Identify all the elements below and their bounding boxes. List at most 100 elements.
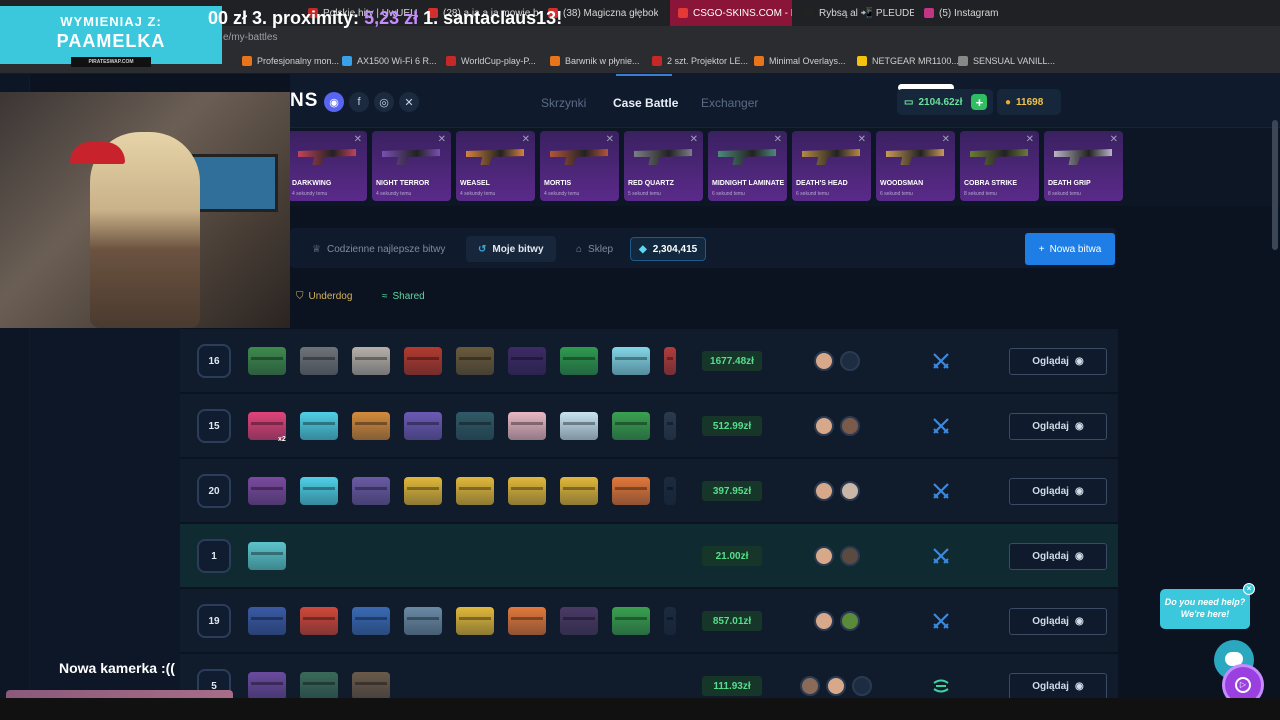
site-logo[interactable]: NS (290, 90, 318, 112)
browser-tab[interactable]: Rybsą al 📲 PLEUDE w sen... (796, 0, 914, 26)
live-drop-card[interactable]: ✕ MIDNIGHT LAMINATE 6 sekund temu (708, 131, 787, 201)
live-drop-card[interactable]: ✕ COBRA STRIKE 8 sekund temu (960, 131, 1039, 201)
filter-my-battles[interactable]: ↺ Moje bitwy (466, 236, 556, 262)
player-avatar[interactable] (814, 416, 834, 436)
bookmark-item[interactable]: 2 szt. Projektor LE... (652, 56, 748, 66)
player-avatar[interactable] (840, 481, 860, 501)
drop-dismiss-icon[interactable]: ✕ (858, 134, 866, 145)
ticker-amount: 5,23 zł (364, 8, 419, 28)
battle-row[interactable]: 15 x2 512.99zł Oglądaj ◉ (180, 394, 1118, 458)
deposit-button[interactable]: + (971, 94, 988, 110)
new-battle-label: Nowa bitwa (1049, 243, 1102, 255)
facebook-icon[interactable]: f (349, 92, 369, 112)
player-avatar[interactable] (814, 546, 834, 566)
drop-time: 6 sekund temu (880, 191, 913, 197)
nav-skrzynki[interactable]: Skrzynki (541, 96, 586, 110)
player-avatar[interactable] (840, 416, 860, 436)
drop-dismiss-icon[interactable]: ✕ (522, 134, 530, 145)
balance-box[interactable]: ▭ 2104.62zł + (897, 89, 993, 115)
eye-icon: ◉ (1074, 356, 1084, 367)
drop-dismiss-icon[interactable]: ✕ (354, 134, 362, 145)
shared-label: Shared (392, 291, 425, 302)
case-icon (248, 542, 286, 570)
case-icon (508, 477, 546, 505)
bookmark-item[interactable]: WorldCup-play-P... (446, 56, 536, 66)
player-avatar[interactable] (800, 676, 820, 696)
tab-favicon-icon (804, 8, 814, 18)
gems-balance[interactable]: ◆ 2,304,415 (630, 237, 707, 261)
nav-active-indicator (616, 74, 672, 76)
player-avatar[interactable] (840, 611, 860, 631)
x-icon[interactable]: ✕ (399, 92, 419, 112)
watch-battle-button[interactable]: Oglądaj ◉ (1009, 478, 1107, 505)
bookmark-item[interactable]: Profesjonalny mon... (242, 56, 339, 66)
watch-battle-button[interactable]: Oglądaj ◉ (1009, 543, 1107, 570)
bookmark-item[interactable]: Barwnik w płynie... (550, 56, 640, 66)
case-icon (300, 672, 338, 700)
new-battle-button[interactable]: + Nowa bitwa (1025, 233, 1115, 265)
watch-battle-button[interactable]: Oglądaj ◉ (1009, 348, 1107, 375)
player-avatar[interactable] (840, 351, 860, 371)
browser-tab[interactable]: (5) Instagram (916, 0, 1026, 26)
live-drop-card[interactable]: ✕ RED QUARTZ 5 sekund temu (624, 131, 703, 201)
player-avatar[interactable] (814, 481, 834, 501)
player-avatar[interactable] (814, 611, 834, 631)
subfilter-shared[interactable]: ≈ Shared (382, 291, 425, 302)
battle-row[interactable]: 1 21.00zł Oglądaj ◉ (180, 524, 1118, 588)
watch-battle-button[interactable]: Oglądaj ◉ (1009, 608, 1107, 635)
bookmark-item[interactable]: AX1500 Wi-Fi 6 R... (342, 56, 437, 66)
drop-dismiss-icon[interactable]: ✕ (606, 134, 614, 145)
help-close-icon[interactable]: × (1243, 583, 1255, 595)
watch-label: Oglądaj (1032, 421, 1069, 432)
live-drop-card[interactable]: ✕ WOODSMAN 6 sekund temu (876, 131, 955, 201)
nav-case-battle[interactable]: Case Battle (613, 96, 678, 110)
bookmark-item[interactable]: Minimal Overlays... (754, 56, 846, 66)
page-scrollbar[interactable] (1272, 120, 1278, 250)
drop-skin-name: COBRA STRIKE (964, 180, 1018, 187)
live-drop-card[interactable]: ✕ WEASEL 4 sekundy temu (456, 131, 535, 201)
browser-tab[interactable]: CSGO-SKINS.COM - Naj... (670, 0, 792, 26)
live-drop-card[interactable]: ✕ DARKWING 4 sekundy temu (288, 131, 367, 201)
drop-dismiss-icon[interactable]: ✕ (1026, 134, 1034, 145)
bookmark-item[interactable]: NETGEAR MR1100... (857, 56, 959, 66)
instagram-icon[interactable]: ◎ (374, 92, 394, 112)
live-drop-card[interactable]: ✕ DEATH GRIP 8 sekund temu (1044, 131, 1123, 201)
player-avatar[interactable] (814, 351, 834, 371)
live-drop-card[interactable]: ✕ NIGHT TERROR 4 sekundy temu (372, 131, 451, 201)
discord-icon[interactable]: ◉ (324, 92, 344, 112)
case-icon (300, 347, 338, 375)
help-bubble[interactable]: Do you need help? We're here! × (1160, 583, 1255, 629)
bookmark-item[interactable]: SENSUAL VANILL... (958, 56, 1055, 66)
drop-dismiss-icon[interactable]: ✕ (438, 134, 446, 145)
drop-dismiss-icon[interactable]: ✕ (774, 134, 782, 145)
weapon-skin-icon (970, 149, 1028, 165)
nav-exchanger[interactable]: Exchanger (701, 96, 758, 110)
gems-value: 2,304,415 (652, 243, 698, 255)
battle-row[interactable]: 16 1677.48zł Oglądaj ◉ (180, 329, 1118, 393)
live-drop-card[interactable]: ✕ MORTIS 4 sekundy temu (540, 131, 619, 201)
drop-skin-name: WEASEL (460, 180, 490, 187)
drop-dismiss-icon[interactable]: ✕ (1110, 134, 1118, 145)
watch-battle-button[interactable]: Oglądaj ◉ (1009, 413, 1107, 440)
drop-dismiss-icon[interactable]: ✕ (690, 134, 698, 145)
battle-row[interactable]: 20 397.95zł Oglądaj ◉ (180, 459, 1118, 523)
drop-dismiss-icon[interactable]: ✕ (942, 134, 950, 145)
player-avatar[interactable] (852, 676, 872, 696)
case-icon (508, 607, 546, 635)
watch-label: Oglądaj (1032, 616, 1069, 627)
player-avatar[interactable] (826, 676, 846, 696)
coins-box[interactable]: ● 11698 (997, 89, 1061, 115)
player-avatar[interactable] (840, 546, 860, 566)
case-icon (612, 477, 650, 505)
battle-row[interactable]: 19 857.01zł Oglądaj ◉ (180, 589, 1118, 653)
weapon-skin-icon (382, 149, 440, 165)
bookmark-label: AX1500 Wi-Fi 6 R... (357, 56, 437, 66)
filter-shop[interactable]: ⌂ Sklep (564, 236, 625, 262)
case-icon (248, 672, 286, 700)
weapon-skin-icon (634, 149, 692, 165)
live-drop-card[interactable]: ✕ DEATH'S HEAD 6 sekund temu (792, 131, 871, 201)
watch-battle-button[interactable]: Oglądaj ◉ (1009, 673, 1107, 700)
subfilter-underdog[interactable]: ⛉ Underdog (296, 291, 352, 302)
filter-daily-best[interactable]: ♕ Codzienne najlepsze bitwy (300, 236, 457, 262)
bookmark-favicon-icon (857, 56, 867, 66)
